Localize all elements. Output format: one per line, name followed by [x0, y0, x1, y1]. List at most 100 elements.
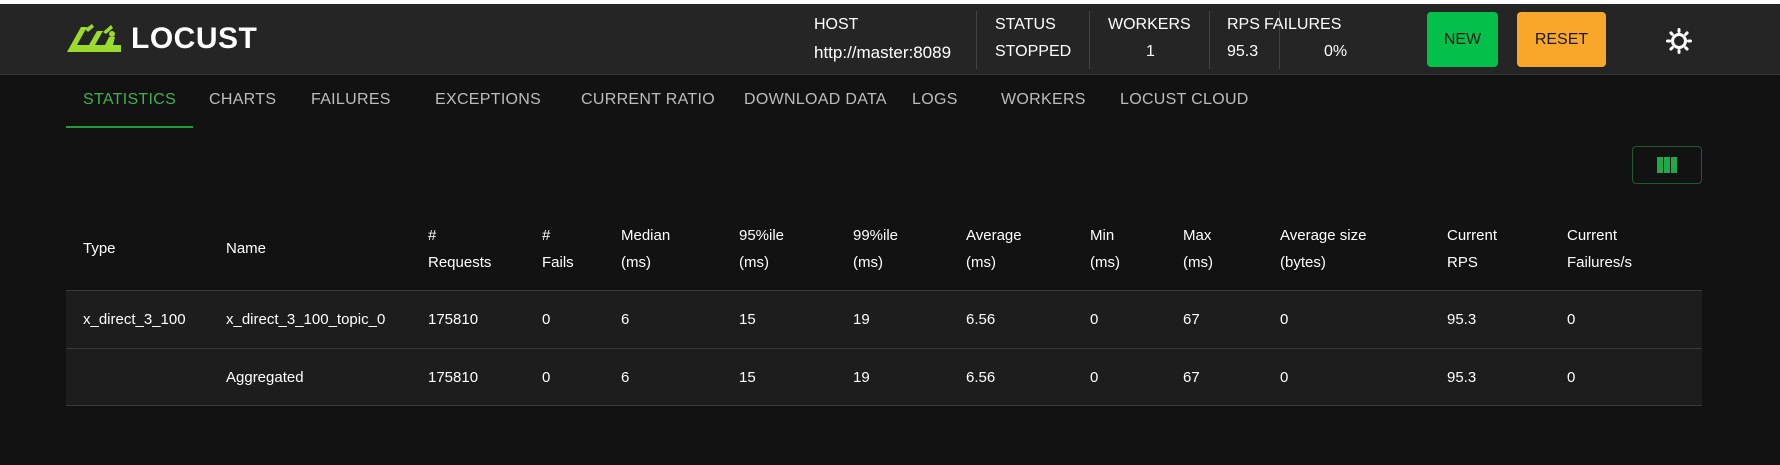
header-text: 99%ile	[853, 227, 899, 244]
header-bar: LOCUST HOST http://master:8089 STATUS ST…	[0, 4, 1780, 75]
table-header: Type Name # Requests # Fails Median (ms) 95…	[66, 205, 1702, 290]
locust-logo-icon	[67, 24, 121, 52]
header-text: #	[428, 227, 437, 244]
header-text: 95%ile	[739, 227, 785, 244]
header-text: Failures/s	[1567, 254, 1633, 271]
cell-95ile: 15	[739, 369, 756, 386]
header-text: Current	[1567, 227, 1618, 244]
cell-requests: 175810	[428, 311, 479, 328]
table-row: x_direct_3_100 x_direct_3_100_topic_0 17…	[66, 290, 1702, 348]
header-99ile[interactable]: 99%ile (ms)	[853, 222, 898, 276]
header-current-rps[interactable]: Current RPS	[1447, 222, 1497, 276]
header-text: (ms)	[1090, 254, 1120, 271]
rps-value: 95.3	[1227, 43, 1259, 60]
cell-average: 6.56	[966, 369, 996, 386]
header-max[interactable]: Max (ms)	[1183, 222, 1213, 276]
header-text: Requests	[428, 254, 492, 271]
tab-locust-cloud[interactable]: LOCUST CLOUD	[1103, 76, 1266, 128]
cell-median: 6	[621, 311, 630, 328]
cell-type: x_direct_3_100	[83, 311, 186, 328]
header-text: Current	[1447, 227, 1498, 244]
locust-page: LOCUST HOST http://master:8089 STATUS ST…	[0, 0, 1780, 465]
header-text: RPS	[1447, 254, 1478, 271]
tab-failures[interactable]: FAILURES	[294, 76, 408, 128]
header-text: (ms)	[1183, 254, 1213, 271]
cell-min: 0	[1090, 369, 1099, 386]
workers-value: 1	[1146, 43, 1155, 60]
header-text: #	[542, 227, 551, 244]
cell-fails: 0	[542, 311, 551, 328]
header-text: Type	[83, 240, 116, 257]
tab-statistics[interactable]: STATISTICS	[66, 76, 194, 128]
stat-divider	[1209, 11, 1210, 69]
cell-name: Aggregated	[226, 369, 304, 386]
tab-charts[interactable]: CHARTS	[192, 76, 293, 128]
header-text: Average size	[1280, 227, 1367, 244]
cell-max: 67	[1183, 311, 1200, 328]
failures-label: FAILURES	[1264, 16, 1342, 33]
header-fails[interactable]: # Fails	[542, 222, 574, 276]
table-row-aggregated: Aggregated 175810 0 6 15 19 6.56 0 67 0 …	[66, 348, 1702, 406]
header-text: Fails	[542, 254, 574, 271]
theme-toggle-button[interactable]	[1666, 28, 1692, 54]
tab-current-ratio[interactable]: CURRENT RATIO	[564, 76, 732, 128]
cell-average-size: 0	[1280, 369, 1289, 386]
columns-icon	[1657, 157, 1677, 173]
cell-current-failures: 0	[1567, 311, 1576, 328]
cell-average-size: 0	[1280, 311, 1289, 328]
header-median[interactable]: Median (ms)	[621, 222, 670, 276]
cell-name: x_direct_3_100_topic_0	[226, 311, 386, 328]
header-average[interactable]: Average (ms)	[966, 222, 1022, 276]
header-average-size[interactable]: Average size (bytes)	[1280, 222, 1366, 276]
column-selector-button[interactable]	[1632, 146, 1702, 184]
cell-fails: 0	[542, 369, 551, 386]
host-label: HOST	[814, 16, 859, 33]
header-text: Min	[1090, 227, 1115, 244]
workers-stat: WORKERS 1	[1108, 4, 1192, 75]
stat-divider	[1089, 11, 1090, 69]
statistics-table: Type Name # Requests # Fails Median (ms) 95…	[66, 205, 1702, 406]
header-text: (ms)	[621, 254, 651, 271]
tab-workers[interactable]: WORKERS	[984, 76, 1103, 128]
new-button[interactable]: NEW	[1427, 12, 1498, 67]
status-value: STOPPED	[995, 43, 1072, 60]
cell-current-rps: 95.3	[1447, 311, 1477, 328]
cell-99ile: 19	[853, 369, 870, 386]
header-text: Median	[621, 227, 671, 244]
header-text: (ms)	[966, 254, 996, 271]
cell-average: 6.56	[966, 311, 996, 328]
logo-text: LOCUST	[131, 22, 258, 55]
header-text: Average	[966, 227, 1022, 244]
cell-min: 0	[1090, 311, 1099, 328]
cell-max: 67	[1183, 369, 1200, 386]
tab-logs[interactable]: LOGS	[895, 76, 975, 128]
tab-exceptions[interactable]: EXCEPTIONS	[418, 76, 558, 128]
cell-current-rps: 95.3	[1447, 369, 1477, 386]
header-name[interactable]: Name	[226, 235, 266, 262]
cell-99ile: 19	[853, 311, 870, 328]
header-text: (ms)	[853, 254, 883, 271]
cell-median: 6	[621, 369, 630, 386]
tab-download-data[interactable]: DOWNLOAD DATA	[727, 76, 904, 128]
sun-icon	[1666, 28, 1692, 54]
header-text: (ms)	[739, 254, 769, 271]
cell-current-failures: 0	[1567, 369, 1576, 386]
header-requests[interactable]: # Requests	[428, 222, 491, 276]
locust-logo[interactable]: LOCUST	[65, 22, 257, 56]
cell-95ile: 15	[739, 311, 756, 328]
cell-requests: 175810	[428, 369, 479, 386]
workers-label: WORKERS	[1108, 16, 1191, 33]
header-text: Max	[1183, 227, 1212, 244]
header-text: (bytes)	[1280, 254, 1326, 271]
status-label: STATUS	[995, 16, 1056, 33]
header-min[interactable]: Min (ms)	[1090, 222, 1120, 276]
header-current-failures[interactable]: Current Failures/s	[1567, 222, 1632, 276]
reset-button[interactable]: RESET	[1517, 12, 1606, 67]
failures-value: 0%	[1324, 43, 1348, 60]
header-text: Name	[226, 240, 267, 257]
stat-divider	[976, 11, 977, 69]
host-value: http://master:8089	[814, 43, 952, 62]
header-95ile[interactable]: 95%ile (ms)	[739, 222, 784, 276]
header-type[interactable]: Type	[83, 235, 116, 262]
rps-label: RPS	[1227, 16, 1260, 33]
